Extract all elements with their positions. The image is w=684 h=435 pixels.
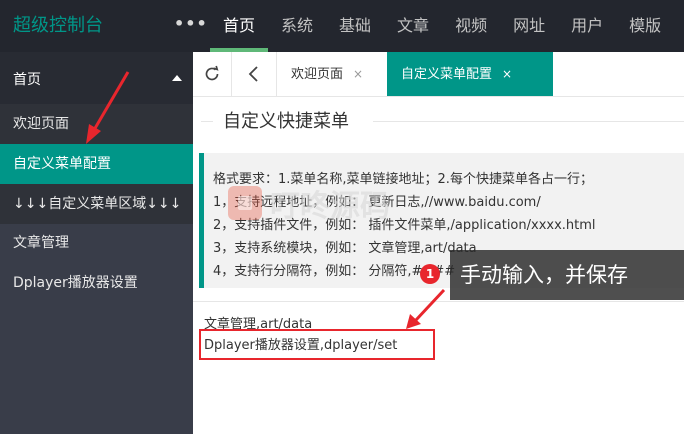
tab-label: 自定义菜单配置 (401, 67, 493, 82)
step-badge: 1 (420, 264, 440, 284)
topnav-basic[interactable]: 基础 (326, 0, 384, 52)
notice-line: 2，支持插件文件，例如： 插件文件菜单,/application/xxxx.ht… (213, 218, 596, 233)
sidebar-group-label: 首页 (13, 72, 41, 88)
tab-welcome[interactable]: 欢迎页面 × (277, 52, 402, 96)
sidebar: 首页 欢迎页面 自定义菜单配置 ↓↓↓自定义菜单区域↓↓↓ 文章管理 Dplay… (0, 52, 193, 434)
topnav-home[interactable]: 首页 (210, 0, 269, 52)
tab-label: 欢迎页面 (291, 67, 344, 82)
topnav-template[interactable]: 模版 (616, 0, 674, 52)
topnav-user[interactable]: 用户 (558, 0, 616, 52)
top-bar: 超级控制台 ••• 首页 系统 基础 文章 视频 网址 用户 模版 (0, 0, 684, 52)
divider (201, 121, 213, 122)
more-menu-icon[interactable]: ••• (174, 14, 208, 33)
sidebar-submenu: 欢迎页面 自定义菜单配置 ↓↓↓自定义菜单区域↓↓↓ (0, 104, 193, 224)
caret-up-icon (172, 75, 182, 81)
notice-line: 1，支持远程地址，例如： 更新日志,//www.baidu.com/ (213, 195, 541, 210)
notice-line: 格式要求：1.菜单名称,菜单链接地址；2.每个快捷菜单各占一行； (213, 172, 593, 187)
notice-line: 3，支持系统模块，例如： 文章管理,art/data (213, 241, 477, 256)
sidebar-item-dplayer-settings[interactable]: Dplayer播放器设置 (13, 272, 138, 292)
topnav-url[interactable]: 网址 (500, 0, 558, 52)
close-icon[interactable]: × (502, 52, 512, 96)
top-nav: 首页 系统 基础 文章 视频 网址 用户 模版 (210, 0, 674, 52)
callout-label: 手动输入，并保存 (450, 250, 684, 300)
chevron-left-icon[interactable] (232, 52, 277, 96)
sidebar-group-home[interactable]: 首页 (0, 52, 193, 104)
tab-custom-menu[interactable]: 自定义菜单配置 × (387, 52, 553, 96)
topnav-system[interactable]: 系统 (268, 0, 326, 52)
tabs-bar: 欢迎页面 × 自定义菜单配置 × (193, 52, 684, 97)
close-icon[interactable]: × (353, 52, 363, 96)
refresh-icon[interactable] (193, 52, 232, 96)
sidebar-item-custom-area[interactable]: ↓↓↓自定义菜单区域↓↓↓ (0, 184, 193, 224)
topnav-video[interactable]: 视频 (442, 0, 500, 52)
app-logo-title[interactable]: 超级控制台 (13, 13, 103, 39)
highlight-box (199, 329, 435, 360)
sidebar-item-article-manage[interactable]: 文章管理 (13, 232, 69, 252)
sidebar-item-welcome[interactable]: 欢迎页面 (0, 104, 193, 144)
notice-line: 4，支持行分隔符，例如： 分隔符,#### (213, 264, 456, 279)
sidebar-item-custom-menu[interactable]: 自定义菜单配置 (0, 144, 193, 184)
divider (373, 121, 684, 122)
topnav-article[interactable]: 文章 (384, 0, 442, 52)
menu-config-textarea[interactable]: 文章管理,art/data Dplayer播放器设置,dplayer/set (193, 301, 684, 435)
page-title: 自定义快捷菜单 (223, 111, 349, 132)
